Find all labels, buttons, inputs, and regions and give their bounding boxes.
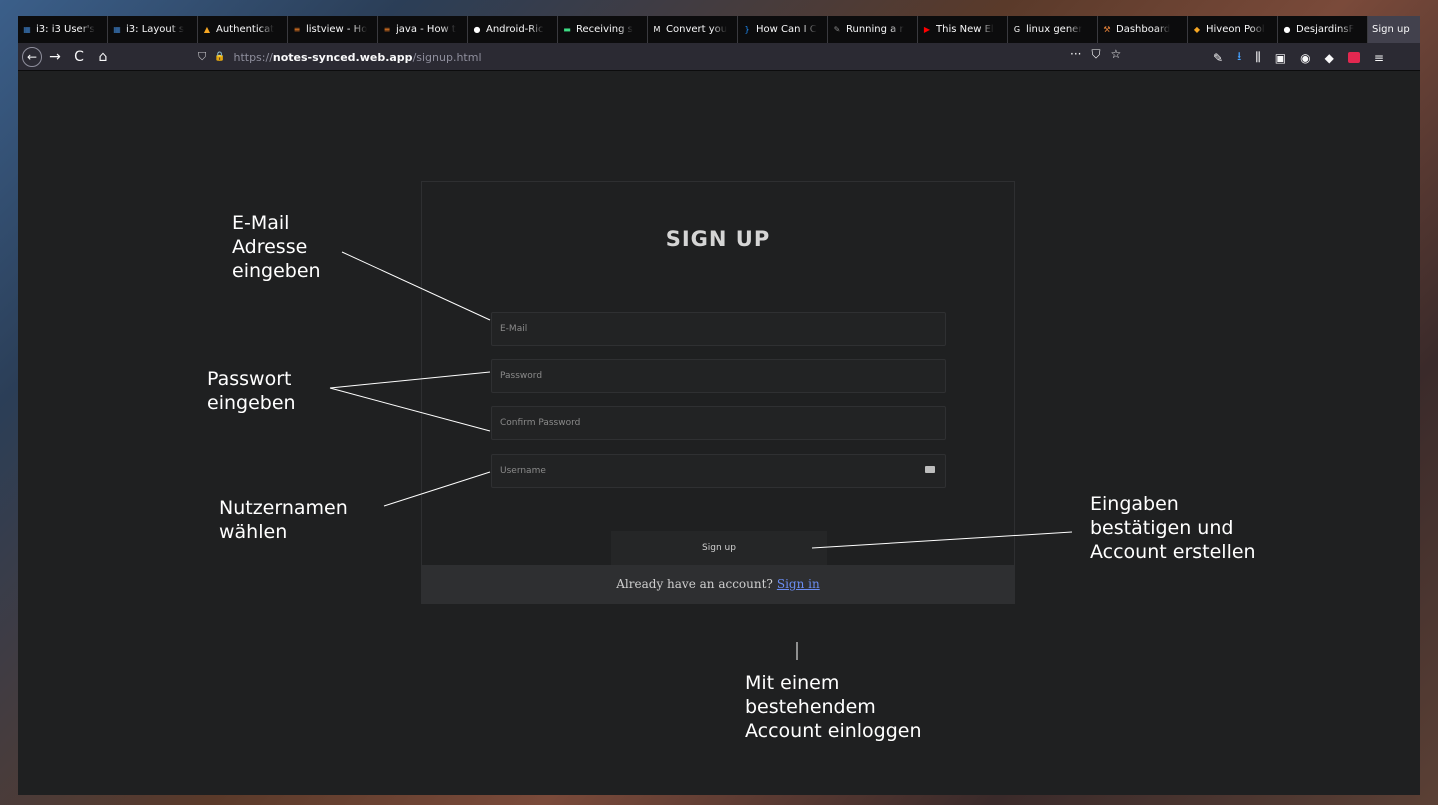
reload-icon: C xyxy=(74,48,84,65)
browser-tab[interactable]: ● Android-Ric xyxy=(468,16,558,43)
forward-arrow-icon: → xyxy=(49,48,61,65)
extension-red-icon[interactable] xyxy=(1347,52,1360,63)
url-bar-actions: ··· ⛉ ☆ xyxy=(1070,47,1121,62)
url-bar[interactable]: ⛉ 🔒 https://notes-synced.web.app/signup.… xyxy=(198,46,1133,68)
url-path: /signup.html xyxy=(412,50,482,64)
tab-favicon-icon: ≡ xyxy=(383,25,391,34)
tab-favicon-icon: ▶ xyxy=(923,25,931,34)
url-host: notes-synced.web.app xyxy=(272,50,413,64)
tab-label: Dashboard xyxy=(1116,24,1171,35)
tab-favicon-icon: } xyxy=(744,25,750,34)
tracking-shield-icon[interactable]: ⛉ xyxy=(198,50,206,64)
tab-favicon-icon: ▬ xyxy=(563,25,571,34)
signup-card: SIGN UP Sign up Already have an account?… xyxy=(421,181,1015,604)
tab-strip: ▦ i3: i3 User's ▦ i3: Layout s ▲ Authenticat ≡… xyxy=(18,16,1420,43)
url-protocol: https:// xyxy=(233,50,273,64)
annotation-signin: Mit einem bestehendem Account einloggen xyxy=(745,672,922,742)
toolbar-right: ✎ ⭳ ⫼ ▣ ◉ ◆ ≡ xyxy=(1213,47,1384,68)
tab-favicon-icon: ▦ xyxy=(113,25,121,34)
browser-tab[interactable]: ✎ Running a r xyxy=(828,16,918,43)
back-button[interactable]: ← xyxy=(22,46,42,67)
tab-favicon-icon: ▲ xyxy=(203,25,211,34)
bookmark-star-icon[interactable]: ☆ xyxy=(1110,47,1121,62)
footer-text: Already have an account? xyxy=(616,577,773,591)
tab-label: How Can I C xyxy=(756,24,817,35)
tab-label: i3: Layout s xyxy=(126,24,185,35)
tab-label: listview - Ho xyxy=(306,24,368,35)
sign-up-button[interactable]: Sign up xyxy=(611,531,827,565)
tab-favicon-icon: M xyxy=(653,25,661,34)
tab-favicon-icon: ◆ xyxy=(1193,25,1201,34)
tab-label: linux gener xyxy=(1026,24,1083,35)
tab-label: Convert you xyxy=(666,24,728,35)
browser-tab[interactable]: } How Can I C xyxy=(738,16,828,43)
tab-label: Receiving s xyxy=(576,24,633,35)
browser-tab[interactable]: ▶ This New El xyxy=(918,16,1008,43)
tab-label: java - How t xyxy=(396,24,456,35)
tab-label: Android-Ric xyxy=(486,24,544,35)
hamburger-menu-icon[interactable]: ≡ xyxy=(1374,51,1384,65)
annotation-email: E-Mail Adresse eingeben xyxy=(232,212,321,282)
tab-label: This New El xyxy=(936,24,994,35)
home-button[interactable]: ⌂ xyxy=(92,46,114,68)
browser-tab[interactable]: M Convert you xyxy=(648,16,738,43)
annotation-submit: Eingaben bestätigen und Account erstelle… xyxy=(1090,493,1256,563)
tab-favicon-icon: ⚒ xyxy=(1103,25,1111,34)
tab-favicon-icon: ≡ xyxy=(293,25,301,34)
back-arrow-icon: ← xyxy=(26,49,38,64)
browser-tab[interactable]: Glinux gener xyxy=(1008,16,1098,43)
forward-button[interactable]: → xyxy=(44,46,66,68)
navigation-toolbar: ← → C ⌂ ⛉ 🔒 https://notes-synced.web.app… xyxy=(18,43,1420,71)
account-icon[interactable]: ◉ xyxy=(1300,51,1310,65)
confirm-password-field[interactable] xyxy=(491,406,946,440)
card-footer: Already have an account? Sign in xyxy=(422,565,1014,603)
page-title: SIGN UP xyxy=(665,227,771,251)
tab-label: DesjardinsF xyxy=(1296,24,1355,35)
download-icon[interactable]: ⭳ xyxy=(1237,47,1241,68)
password-field[interactable] xyxy=(491,359,946,393)
tab-favicon-icon: ▦ xyxy=(23,25,31,34)
tab-active[interactable]: Sign up× xyxy=(1368,16,1420,43)
tab-favicon-icon: ● xyxy=(1283,25,1291,34)
page-actions-menu-icon[interactable]: ··· xyxy=(1070,47,1081,62)
library-icon[interactable]: ⫼ xyxy=(1255,50,1261,65)
browser-tab[interactable]: ▦ i3: i3 User's xyxy=(18,16,108,43)
tab-favicon-icon: ✎ xyxy=(833,25,841,34)
browser-tab[interactable]: ▬ Receiving s xyxy=(558,16,648,43)
home-icon: ⌂ xyxy=(98,48,108,65)
sign-in-link[interactable]: Sign in xyxy=(777,577,820,591)
tab-favicon-icon: G xyxy=(1013,25,1021,34)
browser-tab[interactable]: ▲ Authenticat xyxy=(198,16,288,43)
tab-label: Authenticat xyxy=(216,24,275,35)
page-content: SIGN UP Sign up Already have an account?… xyxy=(18,71,1420,795)
reload-button[interactable]: C xyxy=(68,46,90,68)
browser-tab[interactable]: ● DesjardinsF xyxy=(1278,16,1368,43)
sidebar-icon[interactable]: ▣ xyxy=(1275,51,1286,65)
password-manager-icon[interactable] xyxy=(925,466,935,473)
lock-icon[interactable]: 🔒 xyxy=(214,52,225,62)
wrench-icon[interactable]: ✎ xyxy=(1213,51,1223,65)
tab-label: i3: i3 User's xyxy=(36,24,95,35)
extension-icon[interactable]: ◆ xyxy=(1325,51,1334,65)
pocket-icon[interactable]: ⛉ xyxy=(1091,47,1100,62)
tab-favicon-icon: ● xyxy=(473,25,481,34)
tab-label: Sign up xyxy=(1372,24,1410,35)
tab-label: Running a r xyxy=(846,24,904,35)
browser-tab[interactable]: ◆ Hiveon Pool xyxy=(1188,16,1278,43)
browser-tab[interactable]: ≡ listview - Ho xyxy=(288,16,378,43)
username-field[interactable] xyxy=(491,454,946,488)
annotation-password: Passwort eingeben xyxy=(207,368,296,414)
browser-tab[interactable]: ≡ java - How t xyxy=(378,16,468,43)
browser-tab[interactable]: ⚒ Dashboard xyxy=(1098,16,1188,43)
annotation-username: Nutzernamen wählen xyxy=(219,497,348,543)
email-field[interactable] xyxy=(491,312,946,346)
browser-tab[interactable]: ▦ i3: Layout s xyxy=(108,16,198,43)
tab-label: Hiveon Pool xyxy=(1206,24,1265,35)
